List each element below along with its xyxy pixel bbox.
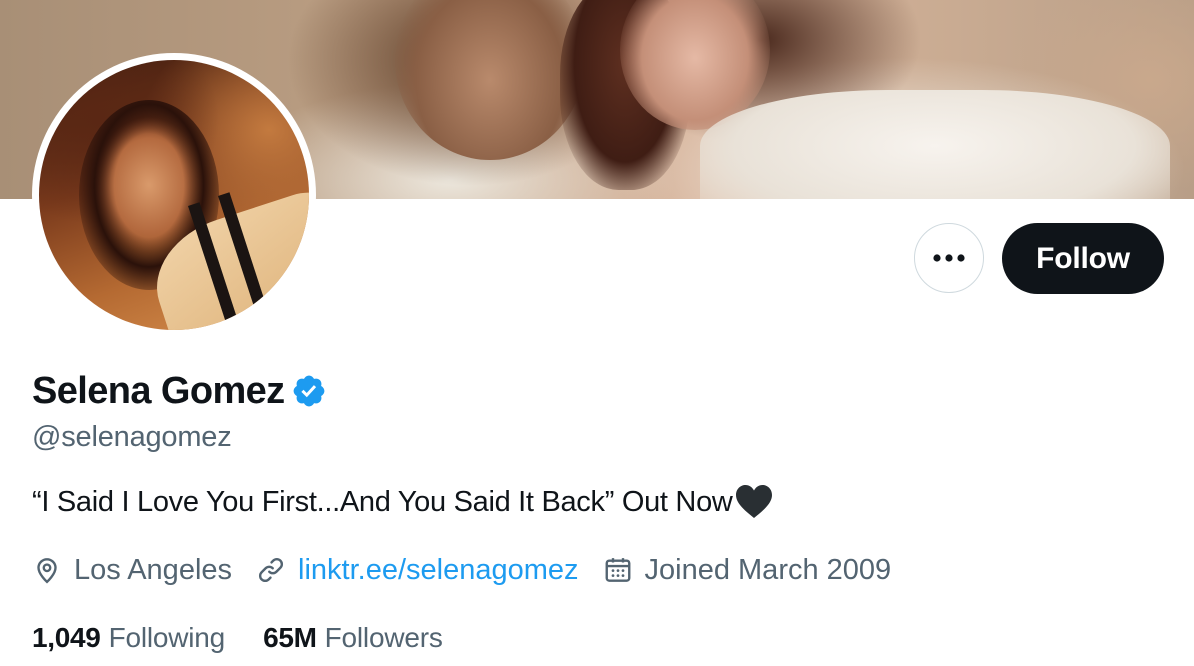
location-pin-icon — [37, 558, 57, 584]
name-row: Selena Gomez — [32, 366, 327, 416]
follow-button[interactable]: Follow — [1002, 223, 1164, 294]
website-item[interactable]: linktr.ee/selenagomez — [256, 554, 579, 587]
followers-label: Followers — [324, 622, 443, 653]
joined-text: Joined March 2009 — [644, 553, 892, 586]
more-horizontal-icon — [933, 254, 965, 262]
following-stat[interactable]: 1,049 Following — [32, 622, 225, 654]
more-options-button[interactable] — [914, 223, 984, 293]
profile-meta: Los Angeles linktr.ee/selenagomez Joined… — [32, 549, 915, 591]
display-name: Selena Gomez — [32, 369, 285, 412]
link-icon — [259, 557, 284, 583]
following-label: Following — [108, 622, 226, 653]
website-link[interactable]: linktr.ee/selenagomez — [298, 554, 579, 587]
joined-item: Joined March 2009 — [603, 553, 892, 587]
profile-page: Follow Selena Gomez @selenagomez “I Said… — [0, 0, 1194, 666]
avatar-photo — [39, 60, 309, 330]
profile-avatar[interactable] — [32, 53, 316, 337]
followers-count: 65M — [263, 622, 317, 653]
location-text: Los Angeles — [74, 553, 233, 586]
profile-handle: @selenagomez — [32, 421, 232, 453]
profile-bio: “I Said I Love You First...And You Said … — [32, 484, 773, 520]
verified-badge-icon[interactable] — [291, 373, 327, 409]
profile-stats: 1,049 Following 65M Followers — [32, 618, 481, 658]
following-count: 1,049 — [32, 622, 101, 653]
location-item: Los Angeles — [32, 554, 232, 587]
calendar-icon — [605, 558, 630, 582]
black-heart-icon — [735, 485, 772, 518]
followers-stat[interactable]: 65M Followers — [263, 622, 443, 654]
banner-figure-shirt — [700, 90, 1170, 199]
banner-figure-left — [395, 0, 585, 160]
bio-text: “I Said I Love You First...And You Said … — [32, 485, 733, 518]
